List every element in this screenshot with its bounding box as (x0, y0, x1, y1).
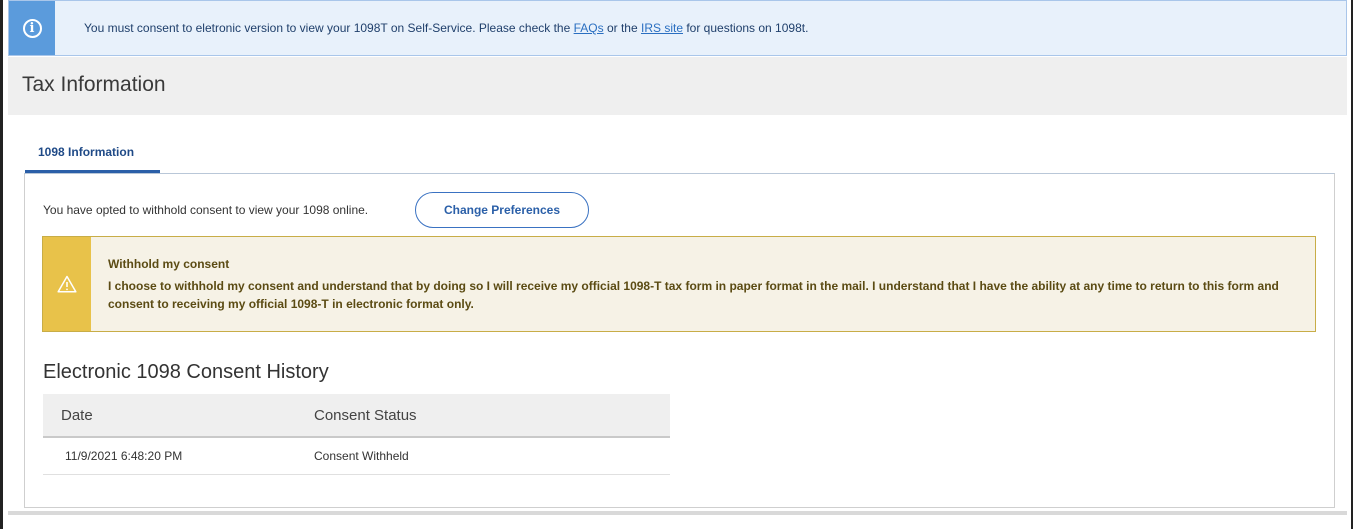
consent-status-text: You have opted to withhold consent to vi… (43, 203, 369, 217)
banner-text-part: or the (603, 21, 641, 35)
cell-date: 11/9/2021 6:48:20 PM (43, 437, 314, 475)
change-preferences-button[interactable]: Change Preferences (415, 192, 589, 228)
irs-site-link[interactable]: IRS site (641, 21, 683, 35)
withhold-consent-alert: Withhold my consent I choose to withhold… (42, 236, 1316, 332)
warning-icon-cell (43, 237, 91, 331)
alert-body: I choose to withhold my consent and unde… (108, 279, 1279, 311)
faq-link[interactable]: FAQs (574, 21, 604, 35)
info-icon-cell: i (9, 1, 55, 55)
info-banner-text: You must consent to eletronic version to… (84, 21, 808, 35)
alert-title: Withhold my consent (108, 257, 230, 271)
table-header-row: Date Consent Status (43, 394, 670, 438)
table-row: 11/9/2021 6:48:20 PM Consent Withheld (43, 437, 670, 475)
banner-text-part: for questions on 1098t. (683, 21, 809, 35)
consent-history-heading: Electronic 1098 Consent History (43, 361, 329, 383)
tab-1098-information[interactable]: 1098 Information (25, 137, 160, 173)
banner-text-part: You must consent to eletronic version to… (84, 21, 574, 35)
window-left-border (0, 0, 3, 529)
page-title: Tax Information (22, 73, 166, 96)
cell-consent-status: Consent Withheld (314, 437, 670, 475)
tab-content-panel: You have opted to withhold consent to vi… (24, 173, 1335, 508)
column-header-consent-status: Consent Status (314, 394, 670, 438)
consent-history-table: Date Consent Status 11/9/2021 6:48:20 PM… (43, 394, 670, 475)
tab-label: 1098 Information (38, 145, 135, 159)
page-header: Tax Information (8, 57, 1347, 115)
info-icon: i (22, 18, 42, 38)
bottom-divider (8, 511, 1347, 515)
column-header-date: Date (43, 394, 314, 438)
warning-icon (57, 275, 77, 293)
info-banner: i You must consent to eletronic version … (8, 0, 1347, 56)
